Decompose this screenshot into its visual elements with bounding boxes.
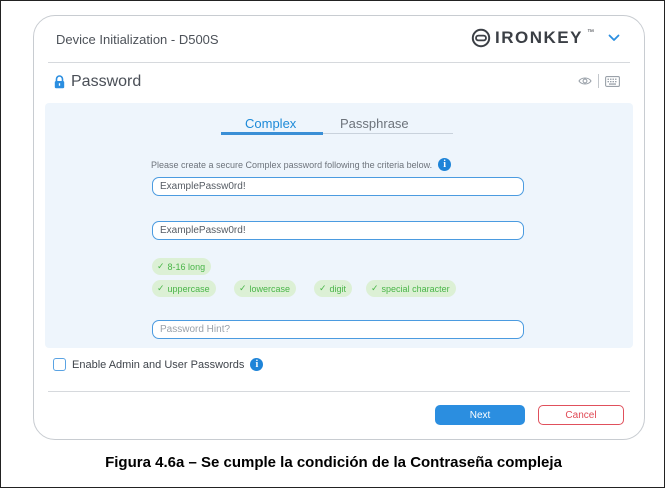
tool-separator: [598, 74, 599, 88]
criteria-uppercase-badge: ✓ uppercase: [152, 280, 216, 297]
check-icon: ✓: [319, 283, 327, 293]
next-button[interactable]: Next: [435, 405, 525, 425]
confirm-password-input[interactable]: [152, 221, 524, 240]
keyboard-icon[interactable]: [605, 75, 620, 87]
figure-frame: Device Initialization - D500S IRONKEY ™: [0, 0, 665, 488]
check-icon: ✓: [371, 283, 379, 293]
admin-user-option: Enable Admin and User Passwords i: [53, 358, 264, 371]
criteria-special-badge: ✓ special character: [366, 280, 456, 297]
criteria-digit-badge: ✓ digit: [314, 280, 353, 297]
brand-trademark: ™: [587, 28, 594, 36]
criteria-label: 8-16 long: [167, 261, 206, 272]
password-tools: [578, 74, 620, 88]
tab-bar: Complex Passphrase: [221, 103, 453, 135]
instructions-text: Please create a secure Complex password …: [151, 159, 433, 170]
criteria-length-badge: ✓ 8-16 long: [152, 258, 212, 275]
password-panel: Complex Passphrase Please create a secur…: [45, 103, 633, 348]
info-icon[interactable]: i: [438, 158, 452, 171]
lock-icon: [54, 75, 65, 89]
criteria-label: uppercase: [167, 283, 210, 294]
criteria-label: digit: [329, 283, 347, 294]
check-icon: ✓: [239, 283, 247, 293]
chevron-down-icon[interactable]: [608, 34, 620, 42]
eye-icon[interactable]: [578, 76, 592, 86]
section-title: Password: [71, 73, 142, 90]
app-window: Device Initialization - D500S IRONKEY ™: [33, 15, 645, 440]
active-tab-indicator: [221, 132, 323, 135]
criteria-label: lowercase: [249, 283, 291, 294]
password-hint-input[interactable]: [152, 320, 524, 339]
ironkey-logo-icon: [471, 28, 491, 48]
criteria-lowercase-badge: ✓ lowercase: [234, 280, 297, 297]
section-header: Password: [54, 73, 141, 91]
info-icon[interactable]: i: [250, 358, 264, 371]
tab-passphrase[interactable]: Passphrase: [340, 116, 409, 131]
check-icon: ✓: [157, 283, 165, 293]
window-title: Device Initialization - D500S: [56, 32, 219, 47]
divider: [48, 391, 630, 392]
figure-caption: Figura 4.6a – Se cumple la condición de …: [105, 454, 562, 471]
admin-user-checkbox[interactable]: [53, 358, 66, 371]
password-input[interactable]: [152, 177, 524, 196]
brand-name: IRONKEY: [495, 28, 583, 47]
criteria-label: special character: [381, 283, 450, 294]
brand-logo: IRONKEY ™: [471, 26, 620, 50]
check-icon: ✓: [157, 261, 165, 271]
divider: [48, 62, 630, 63]
instructions: Please create a secure Complex password …: [151, 158, 452, 171]
admin-user-label[interactable]: Enable Admin and User Passwords: [72, 359, 244, 371]
tab-complex[interactable]: Complex: [245, 116, 296, 131]
cancel-button[interactable]: Cancel: [538, 405, 624, 425]
title-bar: Device Initialization - D500S IRONKEY ™: [34, 16, 644, 62]
